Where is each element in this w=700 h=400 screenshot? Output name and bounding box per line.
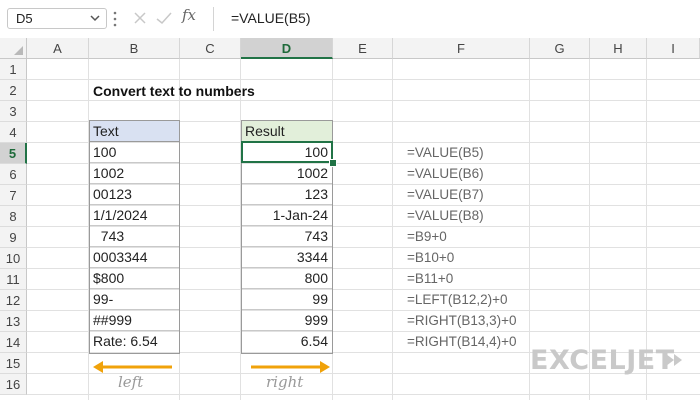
result-cell[interactable]: 743 bbox=[242, 226, 332, 247]
column-header-c[interactable]: C bbox=[180, 38, 241, 59]
result-cell[interactable]: 123 bbox=[242, 184, 332, 205]
formula-text-cell[interactable]: =VALUE(B5) bbox=[407, 142, 484, 163]
result-cell[interactable]: 3344 bbox=[242, 247, 332, 268]
column-header-d[interactable]: D bbox=[241, 38, 333, 59]
column-header-a[interactable]: A bbox=[27, 38, 89, 59]
check-icon[interactable] bbox=[156, 11, 172, 25]
exceljet-logo: EXCELJET bbox=[530, 345, 675, 376]
row-header-2[interactable]: 2 bbox=[0, 80, 27, 101]
logo-mark-icon bbox=[666, 354, 682, 366]
right-label: right bbox=[266, 373, 304, 391]
text-cell[interactable]: 743 bbox=[90, 226, 179, 247]
row-header-5[interactable]: 5 bbox=[0, 143, 27, 164]
row-header-8[interactable]: 8 bbox=[0, 206, 27, 227]
insert-function-icon[interactable]: fx bbox=[182, 6, 196, 24]
row-header-6[interactable]: 6 bbox=[0, 164, 27, 185]
grid-line bbox=[27, 394, 700, 395]
text-cell[interactable]: Rate: 6.54 bbox=[90, 331, 179, 352]
grid-line bbox=[27, 79, 700, 80]
active-cell[interactable] bbox=[241, 141, 333, 163]
row-header-1[interactable]: 1 bbox=[0, 59, 27, 80]
select-all-button[interactable] bbox=[0, 38, 27, 59]
formula-text-cell[interactable]: =VALUE(B8) bbox=[407, 205, 484, 226]
formula-text-cell[interactable]: =B9+0 bbox=[407, 226, 447, 247]
row-header-7[interactable]: 7 bbox=[0, 185, 27, 206]
row-header-3[interactable]: 3 bbox=[0, 101, 27, 122]
result-cell[interactable]: 999 bbox=[242, 310, 332, 331]
formula-text-cell[interactable]: =RIGHT(B14,4)+0 bbox=[407, 331, 517, 352]
text-cell[interactable]: $800 bbox=[90, 268, 179, 289]
column-header-b[interactable]: B bbox=[89, 38, 180, 59]
formula-text-cell[interactable]: =B11+0 bbox=[407, 268, 453, 289]
formula-input[interactable]: =VALUE(B5) bbox=[231, 10, 311, 26]
name-box-value: D5 bbox=[16, 11, 33, 26]
result-cell[interactable]: 800 bbox=[242, 268, 332, 289]
row-header-12[interactable]: 12 bbox=[0, 290, 27, 311]
row-header-9[interactable]: 9 bbox=[0, 227, 27, 248]
text-cell[interactable]: 99- bbox=[90, 289, 179, 310]
arrow-left-icon bbox=[93, 361, 172, 373]
column-header-h[interactable]: H bbox=[590, 38, 647, 59]
formula-text-cell[interactable]: =B10+0 bbox=[407, 247, 454, 268]
formula-text-cell[interactable]: =VALUE(B7) bbox=[407, 184, 484, 205]
left-label: left bbox=[118, 373, 144, 391]
more-options-icon[interactable] bbox=[113, 10, 117, 28]
row-header-4[interactable]: 4 bbox=[0, 122, 27, 143]
row-header-14[interactable]: 14 bbox=[0, 332, 27, 353]
result-cell[interactable]: 99 bbox=[242, 289, 332, 310]
arrow-right-icon bbox=[251, 361, 330, 373]
formula-bar: D5 fx =VALUE(B5) bbox=[0, 0, 700, 39]
formula-text-cell[interactable]: =VALUE(B6) bbox=[407, 163, 484, 184]
column-header-i[interactable]: I bbox=[647, 38, 700, 59]
text-cell[interactable]: 1002 bbox=[90, 163, 179, 184]
row-header-16[interactable]: 16 bbox=[0, 374, 27, 395]
sheet-title: Convert text to numbers bbox=[93, 83, 255, 99]
text-cell[interactable]: 0003344 bbox=[90, 247, 179, 268]
column-header-g[interactable]: G bbox=[530, 38, 590, 59]
formula-text-cell[interactable]: =LEFT(B12,2)+0 bbox=[407, 289, 508, 310]
grid-line bbox=[27, 100, 700, 101]
fill-handle[interactable] bbox=[329, 159, 337, 167]
column-header-f[interactable]: F bbox=[393, 38, 530, 59]
name-box[interactable]: D5 bbox=[7, 8, 107, 29]
formula-text-cell[interactable]: =RIGHT(B13,3)+0 bbox=[407, 310, 517, 331]
result-cell[interactable]: 1-Jan-24 bbox=[242, 205, 332, 226]
row-header-13[interactable]: 13 bbox=[0, 311, 27, 332]
cancel-icon[interactable] bbox=[133, 11, 147, 25]
column-header-e[interactable]: E bbox=[333, 38, 393, 59]
result-cell[interactable]: 6.54 bbox=[242, 331, 332, 352]
result-column-header[interactable]: Result bbox=[242, 121, 332, 142]
text-cell[interactable]: ##999 bbox=[90, 310, 179, 331]
row-header-10[interactable]: 10 bbox=[0, 248, 27, 269]
text-cell[interactable]: 100 bbox=[90, 142, 179, 163]
grid-line bbox=[392, 59, 393, 400]
text-cell[interactable]: 00123 bbox=[90, 184, 179, 205]
result-cell[interactable]: 1002 bbox=[242, 163, 332, 184]
text-column-header[interactable]: Text bbox=[90, 121, 179, 142]
row-header-11[interactable]: 11 bbox=[0, 269, 27, 290]
text-cell[interactable]: 1/1/2024 bbox=[90, 205, 179, 226]
chevron-down-icon[interactable] bbox=[88, 11, 102, 25]
row-header-15[interactable]: 15 bbox=[0, 353, 27, 374]
divider bbox=[213, 7, 214, 31]
